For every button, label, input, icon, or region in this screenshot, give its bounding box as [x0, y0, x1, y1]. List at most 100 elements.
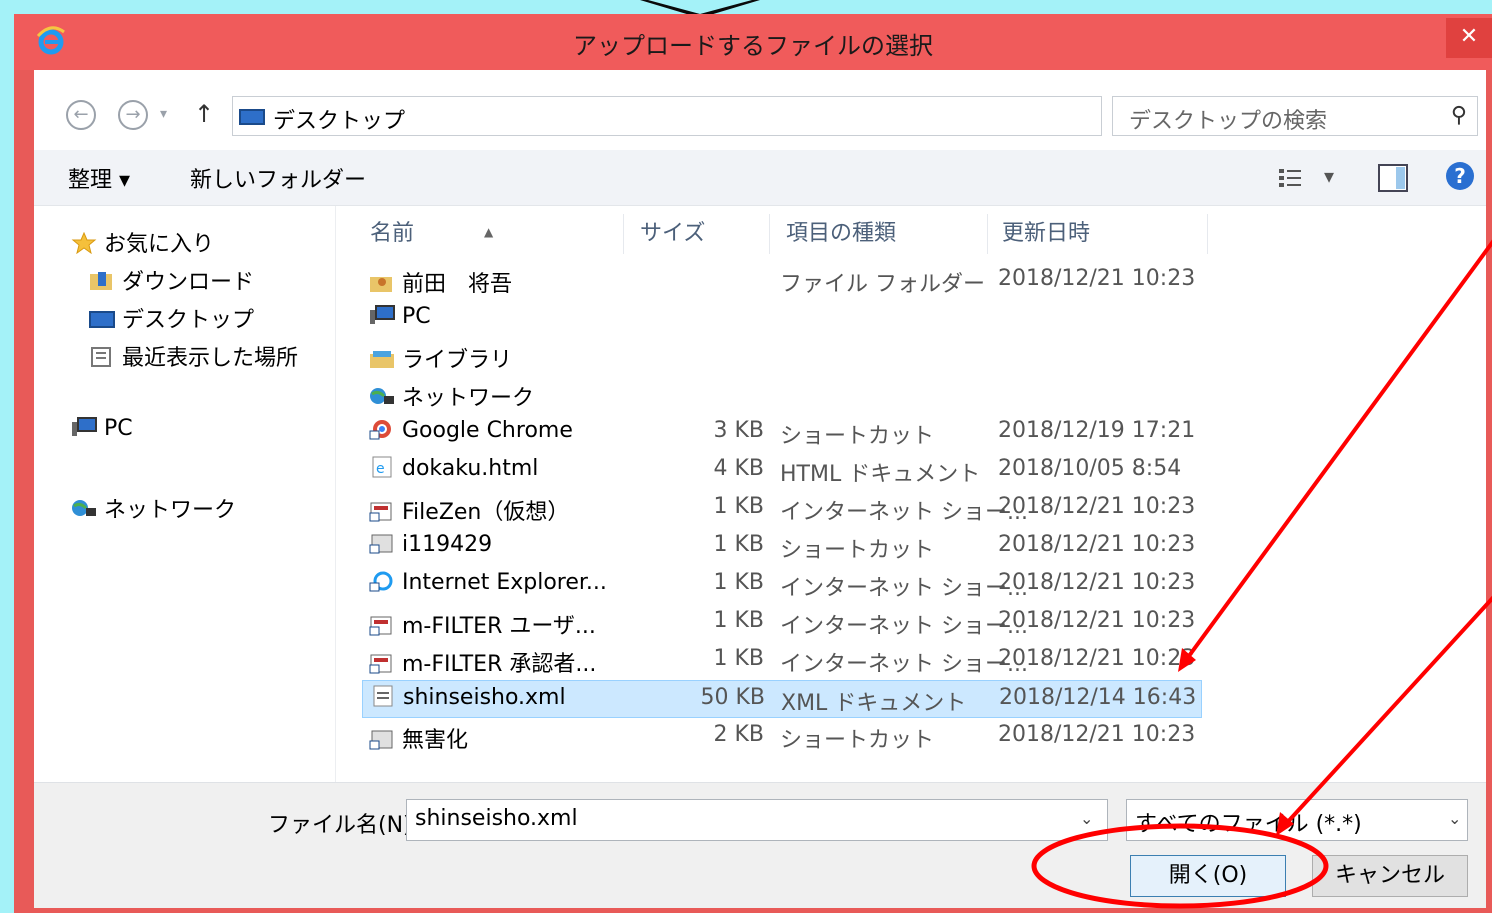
column-header-date[interactable]: 更新日時	[988, 214, 1208, 254]
file-name: 無害化	[402, 728, 469, 753]
search-box[interactable]: デスクトップの検索 ⚲	[1112, 96, 1478, 136]
address-row: ← → ▾ ↑ デスクトップ ▾ ↻ デスクトップの検索 ⚲	[34, 70, 1486, 150]
filename-dropdown-icon[interactable]: ⌄	[1080, 809, 1093, 828]
file-date: 2018/10/05 8:54	[998, 456, 1182, 481]
cancel-button[interactable]: キャンセル	[1312, 855, 1468, 897]
file-row[interactable]: Internet Explorer... 1 KB インターネット ショー... 20…	[362, 566, 1202, 604]
column-header-name[interactable]: 名前 ▲	[336, 214, 624, 254]
internet-shortcut-icon	[369, 616, 392, 636]
nav-downloads[interactable]: ダウンロード	[88, 264, 254, 296]
nav-label: デスクトップ	[122, 308, 255, 333]
new-folder-button[interactable]: 新しいフォルダー	[190, 162, 366, 194]
file-row[interactable]: FileZen（仮想） 1 KB インターネット ショー... 2018/12/21 …	[362, 490, 1202, 528]
search-input[interactable]: デスクトップの検索	[1129, 103, 1327, 135]
file-date: 2018/12/14 16:43	[999, 685, 1197, 710]
chrome-shortcut-icon	[369, 420, 391, 440]
back-button[interactable]: ←	[66, 100, 96, 130]
filetype-dropdown-icon[interactable]: ⌄	[1448, 809, 1461, 828]
downloads-folder-icon	[90, 272, 112, 290]
file-name: Internet Explorer...	[402, 570, 607, 595]
file-type: XML ドキュメント	[781, 691, 967, 716]
close-button[interactable]: ✕	[1446, 18, 1492, 58]
filename-label: ファイル名(N):	[268, 813, 420, 838]
file-date: 2018/12/21 10:23	[998, 608, 1196, 633]
file-name-cell: Google Chrome	[368, 418, 573, 443]
file-row[interactable]: m-FILTER ユーザ... 1 KB インターネット ショー... 2018/12…	[362, 604, 1202, 642]
file-name-cell: e dokaku.html	[368, 456, 538, 481]
file-type: ショートカット	[780, 728, 935, 753]
ie-shortcut-icon	[369, 571, 393, 592]
desktop-icon	[89, 311, 115, 328]
file-size: 3 KB	[713, 418, 764, 443]
up-button[interactable]: ↑	[194, 100, 214, 128]
file-date: 2018/12/21 10:23	[998, 266, 1196, 291]
command-bar: 整理 ▾ 新しいフォルダー ▾ ?	[34, 150, 1486, 206]
help-icon[interactable]: ?	[1446, 162, 1474, 190]
window-title: アップロードするファイルの選択	[573, 32, 933, 60]
file-name: 前田 将吾	[402, 272, 513, 297]
file-row[interactable]: ネットワーク	[362, 376, 1202, 414]
file-size: 1 KB	[713, 608, 764, 633]
file-row[interactable]: Google Chrome 3 KB ショートカット 2018/12/19 17:21	[362, 414, 1202, 452]
view-dropdown-icon[interactable]: ▾	[1324, 164, 1334, 188]
internet-shortcut-icon	[369, 654, 392, 674]
file-row[interactable]: m-FILTER 承認者... 1 KB インターネット ショー... 2018/12…	[362, 642, 1202, 680]
nav-favorites[interactable]: お気に入り	[70, 226, 214, 258]
file-type: ショートカット	[780, 538, 935, 563]
file-name-cell: FileZen（仮想）	[368, 494, 569, 526]
file-row[interactable]: 前田 将吾 ファイル フォルダー 2018/12/21 10:23	[362, 262, 1202, 300]
search-icon[interactable]: ⚲	[1451, 103, 1467, 128]
file-size: 1 KB	[713, 494, 764, 519]
nav-network[interactable]: ネットワーク	[70, 492, 236, 524]
file-name-cell: 無害化	[368, 722, 468, 754]
file-date: 2018/12/21 10:23	[998, 494, 1196, 519]
file-row[interactable]: ライブラリ	[362, 338, 1202, 376]
recent-locations-dropdown[interactable]: ▾	[160, 106, 167, 122]
file-name-cell: shinseisho.xml	[369, 685, 566, 710]
nav-pc[interactable]: PC	[70, 416, 133, 441]
file-size: 50 KB	[700, 685, 765, 710]
network-icon	[370, 388, 394, 404]
view-options-icon[interactable]	[1278, 166, 1306, 188]
file-name: Google Chrome	[402, 418, 573, 443]
column-header-size[interactable]: サイズ	[624, 214, 770, 254]
preview-pane-icon[interactable]	[1378, 164, 1408, 192]
forward-button[interactable]: →	[118, 100, 148, 130]
xml-file-icon	[373, 685, 393, 707]
nav-desktop[interactable]: デスクトップ	[88, 302, 254, 334]
recent-places-icon	[91, 347, 111, 367]
nav-recent-places[interactable]: 最近表示した場所	[88, 340, 298, 372]
file-name-cell: Internet Explorer...	[368, 570, 607, 595]
file-name-cell: i119429	[368, 532, 492, 557]
file-row[interactable]: PC	[362, 300, 1202, 338]
open-button[interactable]: 開く(O)	[1130, 855, 1286, 897]
nav-label: ダウンロード	[122, 270, 255, 295]
file-row[interactable]: e dokaku.html 4 KB HTML ドキュメント 2018/10/05 8:…	[362, 452, 1202, 490]
nav-label: 最近表示した場所	[122, 346, 299, 371]
filetype-select[interactable]: すべてのファイル (*.*)	[1126, 799, 1468, 841]
file-type: インターネット ショー...	[780, 500, 1028, 525]
organize-button[interactable]: 整理 ▾	[68, 162, 130, 194]
file-row[interactable]: 無害化 2 KB ショートカット 2018/12/21 10:23	[362, 718, 1202, 756]
file-name: ネットワーク	[402, 386, 535, 411]
address-bar[interactable]: デスクトップ ▾ ↻	[232, 96, 1285, 136]
sort-ascending-icon: ▲	[484, 225, 494, 239]
shortcut-icon	[369, 534, 393, 554]
file-size: 1 KB	[713, 532, 764, 557]
address-path: デスクトップ	[273, 109, 406, 134]
file-date: 2018/12/21 10:23	[998, 532, 1196, 557]
shortcut-icon	[369, 730, 393, 750]
column-label: 名前	[370, 221, 415, 246]
pc-icon	[72, 417, 97, 436]
column-header-type[interactable]: 項目の種類	[770, 214, 988, 254]
file-size: 1 KB	[713, 646, 764, 671]
file-type: HTML ドキュメント	[780, 462, 981, 487]
file-row[interactable]: i119429 1 KB ショートカット 2018/12/21 10:23	[362, 528, 1202, 566]
internet-shortcut-icon	[369, 502, 392, 522]
filename-input[interactable]: shinseisho.xml	[406, 799, 1108, 841]
file-name-cell: ライブラリ	[368, 342, 512, 374]
file-name-cell: m-FILTER ユーザ...	[368, 608, 596, 640]
file-row[interactable]: shinseisho.xml 50 KB XML ドキュメント 2018/12/14 …	[362, 680, 1202, 718]
file-date: 2018/12/19 17:21	[998, 418, 1196, 443]
file-type: ファイル フォルダー	[780, 272, 985, 297]
